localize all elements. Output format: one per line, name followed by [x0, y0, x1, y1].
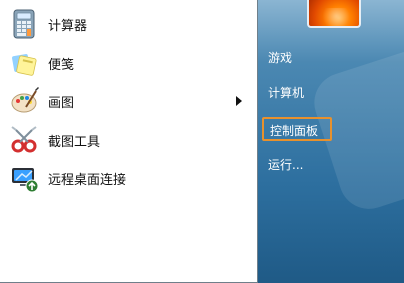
programs-panel: 计算器 便笺 画图 截图工具 远程桌面连接: [0, 0, 258, 283]
sticky-notes-icon: [8, 47, 40, 79]
snipping-tool-icon: [8, 124, 40, 156]
paint-icon: [8, 85, 40, 117]
calculator-icon: [8, 8, 40, 40]
user-picture[interactable]: [307, 0, 361, 28]
right-link-games[interactable]: 游戏: [262, 46, 300, 70]
remote-desktop-icon: [8, 162, 40, 194]
submenu-arrow-icon[interactable]: [236, 96, 242, 106]
right-link-computer[interactable]: 计算机: [262, 81, 312, 105]
program-item-snipping-tool[interactable]: 截图工具: [8, 123, 252, 157]
program-label: 远程桌面连接: [48, 172, 127, 188]
right-link-control-panel[interactable]: 控制面板: [262, 117, 332, 141]
program-label: 画图: [48, 95, 75, 111]
program-label: 计算器: [48, 18, 88, 34]
program-item-paint[interactable]: 画图: [8, 84, 252, 118]
program-item-remote-desktop[interactable]: 远程桌面连接: [8, 161, 252, 195]
program-label: 截图工具: [48, 134, 101, 150]
program-label: 便笺: [48, 57, 75, 73]
right-link-run[interactable]: 运行...: [262, 153, 311, 177]
program-item-calculator[interactable]: 计算器: [8, 7, 252, 41]
program-item-sticky-notes[interactable]: 便笺: [8, 46, 252, 80]
